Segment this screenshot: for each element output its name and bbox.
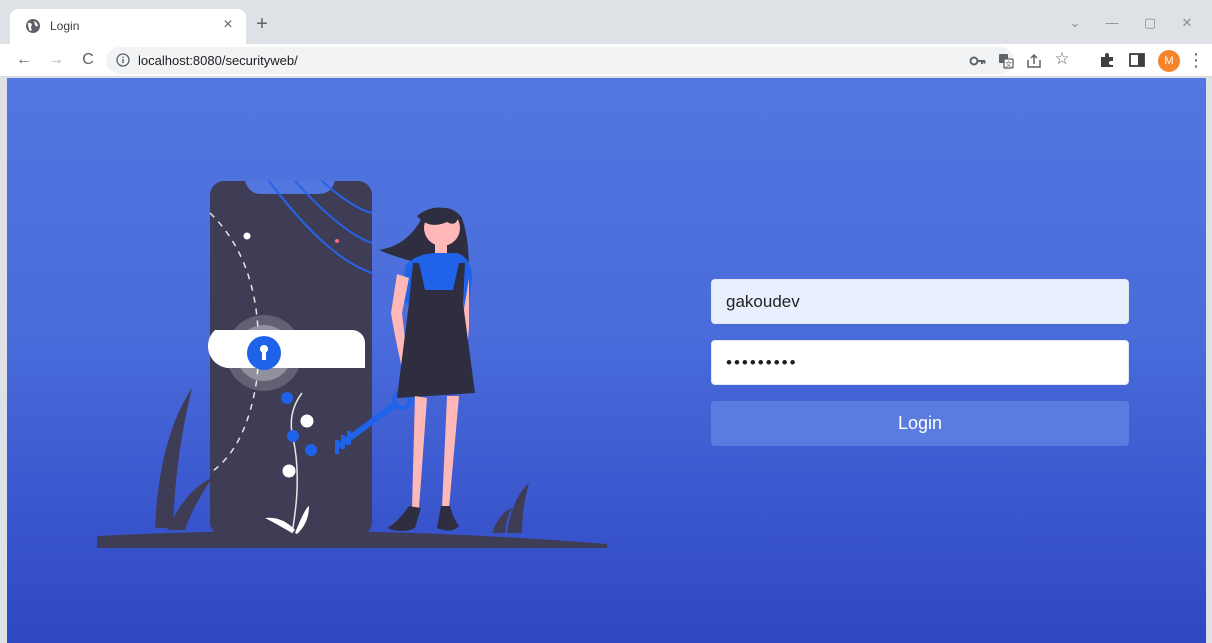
address-bar[interactable]: localhost:8080/securityweb/ 文 ☆	[106, 47, 1070, 74]
unlock-illustration	[97, 180, 607, 548]
new-tab-button[interactable]: +	[250, 13, 274, 37]
site-info-icon[interactable]	[116, 53, 130, 67]
translate-icon[interactable]: 文	[996, 51, 1016, 71]
reload-button[interactable]: C	[76, 48, 100, 72]
minimize-button[interactable]: —	[1097, 12, 1127, 34]
share-icon[interactable]	[1024, 51, 1044, 71]
login-page: Login	[7, 78, 1206, 643]
phone-shape	[208, 180, 373, 536]
restore-button[interactable]: ▢	[1135, 12, 1165, 34]
kebab-menu-icon[interactable]: ⋮	[1184, 48, 1208, 72]
tab-login[interactable]: Login ×	[10, 9, 246, 44]
back-button[interactable]: ←	[12, 48, 36, 72]
tab-close-icon[interactable]: ×	[218, 15, 238, 35]
woman-figure	[379, 207, 475, 531]
login-button[interactable]: Login	[711, 401, 1129, 446]
password-input[interactable]	[711, 340, 1129, 385]
globe-icon	[26, 19, 40, 33]
svg-text:文: 文	[1005, 60, 1012, 69]
forward-button[interactable]: →	[44, 48, 68, 72]
side-panel-icon[interactable]	[1127, 50, 1147, 70]
tab-search-icon[interactable]: ⌄	[1060, 12, 1090, 34]
bookmark-star-icon[interactable]: ☆	[1052, 49, 1072, 69]
extensions-puzzle-icon[interactable]	[1097, 50, 1117, 70]
url-text: localhost:8080/securityweb/	[138, 53, 298, 68]
close-window-button[interactable]: ✕	[1172, 12, 1202, 34]
grass-right	[507, 483, 529, 533]
login-form: Login	[711, 279, 1129, 446]
username-input[interactable]	[711, 279, 1129, 324]
profile-avatar[interactable]: M	[1158, 50, 1180, 72]
key-icon[interactable]	[968, 51, 988, 71]
tab-strip: Login × + ⌄ — ▢ ✕	[0, 0, 1212, 44]
tab-title: Login	[50, 19, 80, 33]
browser-window: Login × + ⌄ — ▢ ✕ ← → C localhost:8080/s…	[0, 0, 1212, 643]
browser-toolbar: ← → C localhost:8080/securityweb/ 文 ☆ ⋮	[0, 44, 1212, 77]
